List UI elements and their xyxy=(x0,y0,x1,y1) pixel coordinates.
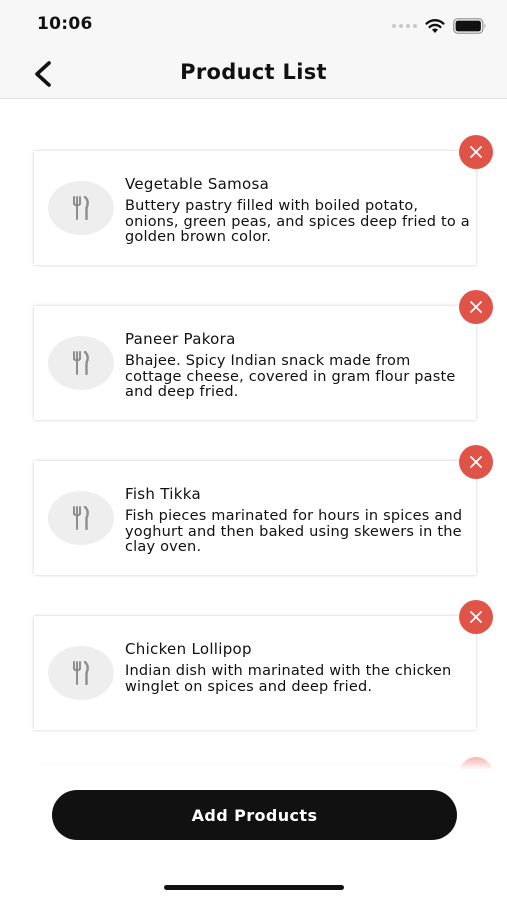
close-icon xyxy=(470,146,482,158)
product-card[interactable]: Chicken Lollipop Indian dish with marina… xyxy=(34,616,476,730)
signal-dots-icon xyxy=(392,24,417,28)
product-description: Buttery pastry filled with boiled potato… xyxy=(125,198,470,246)
product-thumb xyxy=(48,646,114,700)
remove-product-button[interactable] xyxy=(459,600,493,634)
wifi-icon xyxy=(425,19,445,33)
home-indicator[interactable] xyxy=(164,885,344,890)
product-description: Bhajee. Spicy Indian snack made from cot… xyxy=(125,353,456,401)
status-icons xyxy=(392,16,487,36)
product-card[interactable]: Vegetable Samosa Buttery pastry filled w… xyxy=(34,151,476,265)
product-thumb xyxy=(48,181,114,235)
status-time: 10:06 xyxy=(37,14,93,34)
status-bar: 10:06 xyxy=(0,0,507,50)
fork-knife-icon xyxy=(73,351,89,375)
nav-bar: Product List xyxy=(0,50,507,99)
close-icon xyxy=(470,456,482,468)
fork-knife-icon xyxy=(73,506,89,530)
product-thumb xyxy=(48,491,114,545)
product-thumb xyxy=(48,336,114,390)
close-icon xyxy=(470,301,482,313)
product-card[interactable]: Fish Tikka Fish pieces marinated for hou… xyxy=(34,461,476,575)
product-name: Paneer Pakora xyxy=(125,330,236,348)
fork-knife-icon xyxy=(73,661,89,685)
fork-knife-icon xyxy=(73,196,89,220)
product-description: Indian dish with marinated with the chic… xyxy=(125,663,452,695)
page-title: Product List xyxy=(180,60,327,84)
remove-product-button[interactable] xyxy=(459,290,493,324)
remove-product-button[interactable] xyxy=(459,135,493,169)
add-products-button[interactable]: Add Products xyxy=(52,790,457,840)
product-card[interactable]: Paneer Pakora Bhajee. Spicy Indian snack… xyxy=(34,306,476,420)
product-name: Fish Tikka xyxy=(125,485,201,503)
product-name: Chicken Lollipop xyxy=(125,640,252,658)
product-description: Fish pieces marinated for hours in spice… xyxy=(125,508,463,556)
remove-product-button[interactable] xyxy=(459,445,493,479)
product-name: Vegetable Samosa xyxy=(125,175,270,193)
close-icon xyxy=(470,611,482,623)
battery-icon xyxy=(453,18,486,34)
